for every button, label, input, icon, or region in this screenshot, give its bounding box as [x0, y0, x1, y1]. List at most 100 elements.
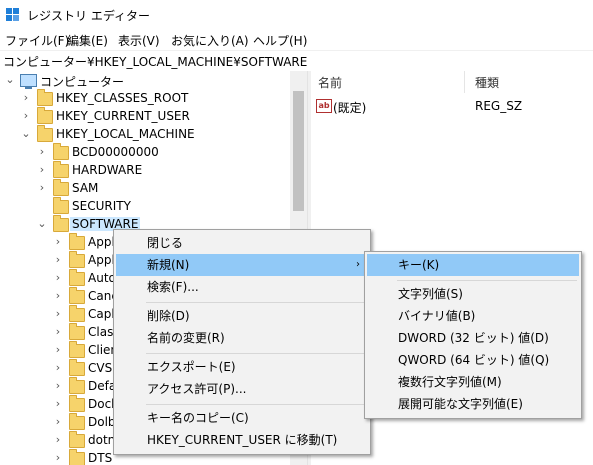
folder-icon	[53, 143, 69, 160]
chevron-down-icon[interactable]: ⌄	[20, 127, 32, 141]
menu-item-rename[interactable]: 名前の変更(R)	[116, 327, 368, 349]
chevron-right-icon[interactable]: ›	[52, 379, 64, 393]
value-type: REG_SZ	[475, 99, 523, 113]
chevron-right-icon[interactable]: ›	[52, 253, 64, 267]
chevron-right-icon[interactable]: ›	[36, 163, 48, 177]
title-bar: レジストリ エディター	[0, 0, 593, 30]
folder-icon	[37, 125, 53, 142]
tree-label: Defa	[88, 379, 117, 393]
folder-icon	[69, 323, 85, 340]
folder-icon	[69, 377, 85, 394]
tree-item-bcd[interactable]: › BCD00000000	[0, 143, 290, 162]
chevron-right-icon[interactable]: ›	[52, 235, 64, 249]
tree-label: HKEY_CLASSES_ROOT	[56, 91, 189, 105]
submenu-item-multi-string-value[interactable]: 複数行文字列値(M)	[367, 371, 579, 393]
submenu-item-string-value[interactable]: 文字列値(S)	[367, 283, 579, 305]
folder-icon	[69, 251, 85, 268]
submenu-item-binary-value[interactable]: バイナリ値(B)	[367, 305, 579, 327]
folder-icon	[37, 107, 53, 124]
tree-label: HARDWARE	[72, 163, 143, 177]
folder-icon	[69, 431, 85, 448]
menu-view[interactable]: 表示(V)	[118, 32, 160, 49]
menu-separator	[146, 302, 366, 303]
chevron-right-icon[interactable]: ›	[52, 451, 64, 465]
chevron-right-icon[interactable]: ›	[52, 289, 64, 303]
chevron-right-icon[interactable]: ›	[52, 271, 64, 285]
folder-icon	[69, 287, 85, 304]
folder-icon	[69, 395, 85, 412]
tree-label: HKEY_LOCAL_MACHINE	[56, 127, 195, 141]
chevron-right-icon[interactable]: ›	[52, 415, 64, 429]
folder-icon	[53, 197, 69, 214]
tree-label: Appl	[88, 253, 115, 267]
tree-label: コンピューター	[40, 75, 125, 89]
value-name: (既定)	[333, 101, 367, 115]
menu-bar: ファイル(F) 編集(E) 表示(V) お気に入り(A) ヘルプ(H)	[0, 30, 593, 50]
menu-favorites[interactable]: お気に入り(A)	[171, 32, 249, 49]
chevron-right-icon[interactable]: ›	[52, 361, 64, 375]
menu-item-find[interactable]: 検索(F)...	[116, 276, 368, 298]
menu-item-new[interactable]: 新規(N) ›	[116, 254, 368, 276]
menu-item-permissions[interactable]: アクセス許可(P)...	[116, 378, 368, 400]
tree-item-computer[interactable]: ⌄ コンピューター	[0, 72, 290, 90]
computer-icon	[20, 74, 37, 89]
address-path[interactable]: コンピューター¥HKEY_LOCAL_MACHINE¥SOFTWARE	[3, 53, 307, 70]
chevron-right-icon[interactable]: ›	[52, 307, 64, 321]
chevron-right-icon[interactable]: ›	[36, 145, 48, 159]
folder-icon	[69, 233, 85, 250]
address-bar[interactable]: コンピューター¥HKEY_LOCAL_MACHINE¥SOFTWARE	[0, 50, 593, 72]
submenu-item-qword-value[interactable]: QWORD (64 ビット) 値(Q)	[367, 349, 579, 371]
menu-separator	[397, 280, 577, 281]
tree-item-security[interactable]: SECURITY	[0, 197, 290, 216]
tree-label: HKEY_CURRENT_USER	[56, 109, 190, 123]
new-submenu: キー(K) 文字列値(S) バイナリ値(B) DWORD (32 ビット) 値(…	[364, 251, 582, 419]
menu-separator	[146, 404, 366, 405]
tree-label: Appl	[88, 235, 115, 249]
tree-item-hkcu[interactable]: › HKEY_CURRENT_USER	[0, 107, 290, 126]
chevron-right-icon[interactable]: ›	[52, 343, 64, 357]
submenu-item-dword-value[interactable]: DWORD (32 ビット) 値(D)	[367, 327, 579, 349]
menu-help[interactable]: ヘルプ(H)	[253, 32, 307, 49]
string-value-icon: ab	[316, 99, 332, 113]
context-menu: 閉じる 新規(N) › 検索(F)... 削除(D) 名前の変更(R) エクスポ…	[113, 229, 371, 455]
chevron-right-icon[interactable]: ›	[20, 109, 32, 123]
folder-icon	[69, 413, 85, 430]
chevron-down-icon[interactable]: ⌄	[36, 217, 48, 231]
folder-icon	[69, 359, 85, 376]
tree-label: SAM	[72, 181, 99, 195]
column-header-name[interactable]: 名前	[318, 74, 342, 91]
tree-label: Dolb	[88, 415, 116, 429]
menu-item-close[interactable]: 閉じる	[116, 232, 368, 254]
chevron-right-icon[interactable]: ›	[52, 397, 64, 411]
menu-item-copy-key-name[interactable]: キー名のコピー(C)	[116, 407, 368, 429]
menu-separator	[146, 353, 366, 354]
chevron-right-icon[interactable]: ›	[52, 433, 64, 447]
menu-item-delete[interactable]: 削除(D)	[116, 305, 368, 327]
column-divider[interactable]	[464, 71, 465, 93]
folder-icon	[69, 449, 85, 465]
menu-file[interactable]: ファイル(F)	[5, 32, 69, 49]
tree-label: SECURITY	[72, 199, 131, 213]
menu-item-export[interactable]: エクスポート(E)	[116, 356, 368, 378]
column-header-type[interactable]: 種類	[475, 74, 499, 91]
folder-icon	[69, 269, 85, 286]
tree-item-hardware[interactable]: › HARDWARE	[0, 161, 290, 180]
tree-item-sam[interactable]: › SAM	[0, 179, 290, 198]
tree-item-hkcr[interactable]: › HKEY_CLASSES_ROOT	[0, 89, 290, 108]
tree-label: dotn	[88, 433, 116, 447]
tree-label: Auto	[88, 271, 116, 285]
menu-edit[interactable]: 編集(E)	[67, 32, 108, 49]
scrollbar-thumb[interactable]	[293, 91, 304, 211]
chevron-right-icon[interactable]: ›	[52, 325, 64, 339]
folder-icon	[37, 89, 53, 106]
chevron-right-icon[interactable]: ›	[20, 91, 32, 105]
folder-icon	[69, 305, 85, 322]
chevron-right-icon[interactable]: ›	[36, 181, 48, 195]
submenu-item-expandable-string-value[interactable]: 展開可能な文字列値(E)	[367, 393, 579, 415]
folder-icon	[53, 161, 69, 178]
tree-item-hklm[interactable]: ⌄ HKEY_LOCAL_MACHINE	[0, 125, 290, 144]
submenu-item-key[interactable]: キー(K)	[367, 254, 579, 276]
chevron-down-icon[interactable]: ⌄	[4, 73, 16, 87]
menu-item-goto-hkcu[interactable]: HKEY_CURRENT_USER に移動(T)	[116, 429, 368, 451]
tree-label: DTS	[88, 451, 113, 465]
